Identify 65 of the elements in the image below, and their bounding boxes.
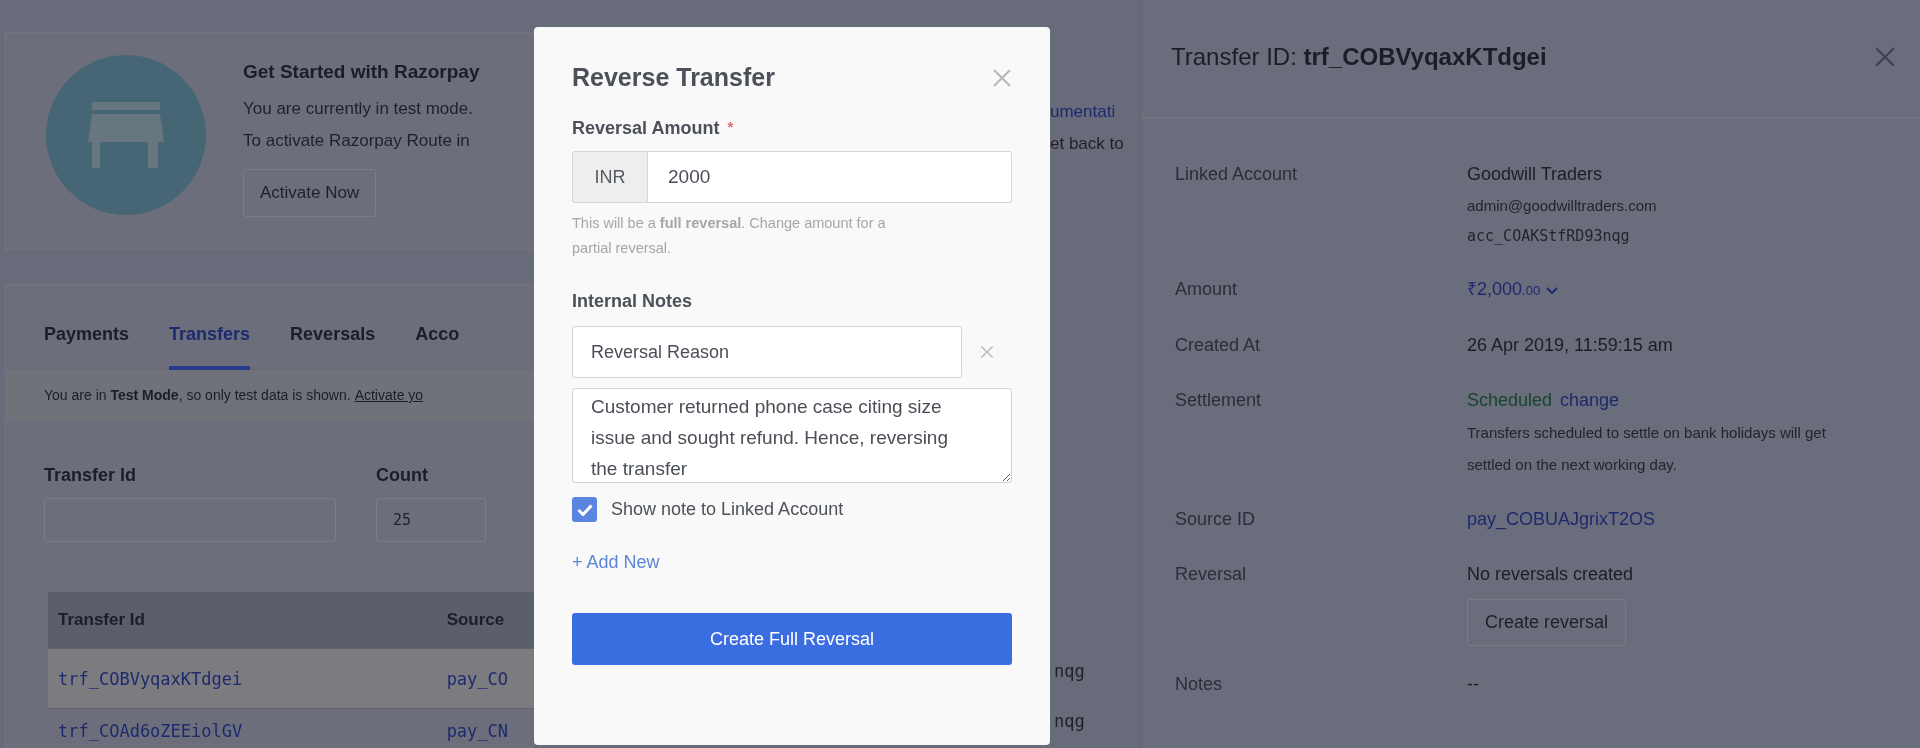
column-header: Source (445, 610, 506, 630)
activate-now-button[interactable]: Activate Now (243, 169, 377, 217)
create-reversal-button[interactable]: Create reversal (1467, 599, 1627, 646)
remove-icon (980, 345, 994, 359)
detail-value: -- (1467, 673, 1479, 696)
chevron-down-icon (1546, 287, 1559, 295)
column-header: Transfer Id (57, 610, 146, 630)
note-key-field[interactable]: Reversal Reason (572, 326, 962, 378)
store-icon (88, 102, 164, 168)
change-link[interactable]: change (1560, 384, 1620, 417)
activate-link[interactable]: Activate yo (354, 387, 424, 403)
checkbox[interactable] (572, 497, 597, 522)
close-button[interactable] (992, 67, 1012, 88)
field-label: Reversal Amount (572, 118, 720, 139)
detail-label: Amount (1175, 278, 1239, 301)
amount-help-text: This will be a full reversal. Change amount for a partial reversal. (572, 214, 887, 258)
tab[interactable]: Acco (415, 285, 460, 370)
dialog-title: Reverse Transfer (572, 63, 775, 92)
account-id: acc_COAKStfRD93nqg (1467, 226, 1630, 247)
close-icon (992, 67, 1012, 88)
detail-label: Linked Account (1175, 163, 1299, 186)
tab[interactable]: Payments (44, 285, 130, 370)
reversal-status: No reversals created (1467, 563, 1634, 586)
tab[interactable]: Reversals (290, 285, 376, 370)
documentation-link[interactable]: umentati (1050, 96, 1140, 128)
banner-text: et back to (1050, 133, 1125, 155)
table-cell-text: trf_COBVyqaxKTdgei (57, 668, 244, 689)
detail-label: Source ID (1175, 508, 1257, 531)
detail-label: Created At (1175, 334, 1262, 357)
account-email: admin@goodwilltraders.com (1467, 196, 1657, 216)
table-cell-text: pay_CN (445, 720, 510, 741)
detail-label: Reversal (1175, 563, 1248, 586)
account-name: Goodwill Traders (1467, 163, 1603, 186)
close-button[interactable] (1874, 45, 1896, 68)
table-cell-text: trf_COAd6oZEEiolGV (57, 720, 244, 741)
detail-label: Settlement (1175, 389, 1263, 412)
filter-label: Transfer Id (44, 465, 138, 486)
settlement-note: Transfers scheduled to settle on bank holidays will get settled on the next working day. (1467, 423, 1827, 475)
add-new-link[interactable]: + Add New (572, 552, 660, 573)
source-id-link[interactable]: pay_COBUAJgrixT2OS (1467, 503, 1656, 536)
table-cell-text: nqg (1053, 711, 1086, 731)
detail-value: 26 Apr 2019, 11:59:15 am (1467, 334, 1673, 357)
table-cell-text: nqg (1053, 661, 1086, 681)
amount-input[interactable]: 2000 (648, 151, 1012, 203)
remove-note-button[interactable] (980, 345, 994, 359)
note-text-field[interactable]: Customer returned phone case citing size issue and sought refund. Hence, reversing the transfer (572, 388, 1012, 483)
table-row[interactable]: trf_COBVyqaxKTdgei pay_CO (48, 649, 534, 709)
create-full-reversal-button[interactable]: Create Full Reversal (572, 613, 1012, 665)
field-label: Internal Notes (572, 291, 693, 312)
banner-text: You are currently in test mode. (243, 98, 473, 120)
detail-label: Notes (1175, 673, 1224, 696)
settlement-status: Scheduled (1467, 389, 1553, 412)
banner-title: Get Started with Razorpay (243, 61, 480, 83)
checkbox-label: Show note to Linked Account (611, 499, 844, 520)
amount-dropdown[interactable]: ₹2,000.00 (1467, 273, 1559, 307)
required-mark: * (727, 118, 734, 137)
check-icon (576, 503, 593, 516)
filter-input[interactable]: 25 (376, 498, 486, 542)
banner-text: To activate Razorpay Route in (243, 130, 470, 152)
panel-title: Transfer ID: trf_COBVyqaxKTdgei (1171, 42, 1547, 71)
currency-label: INR (572, 151, 648, 203)
table-cell-text: pay_CO (445, 668, 510, 689)
test-mode-text: You are in Test Mode, so only test data is shown. (44, 387, 351, 403)
filter-label: Count (376, 465, 429, 486)
close-icon (1874, 45, 1896, 68)
